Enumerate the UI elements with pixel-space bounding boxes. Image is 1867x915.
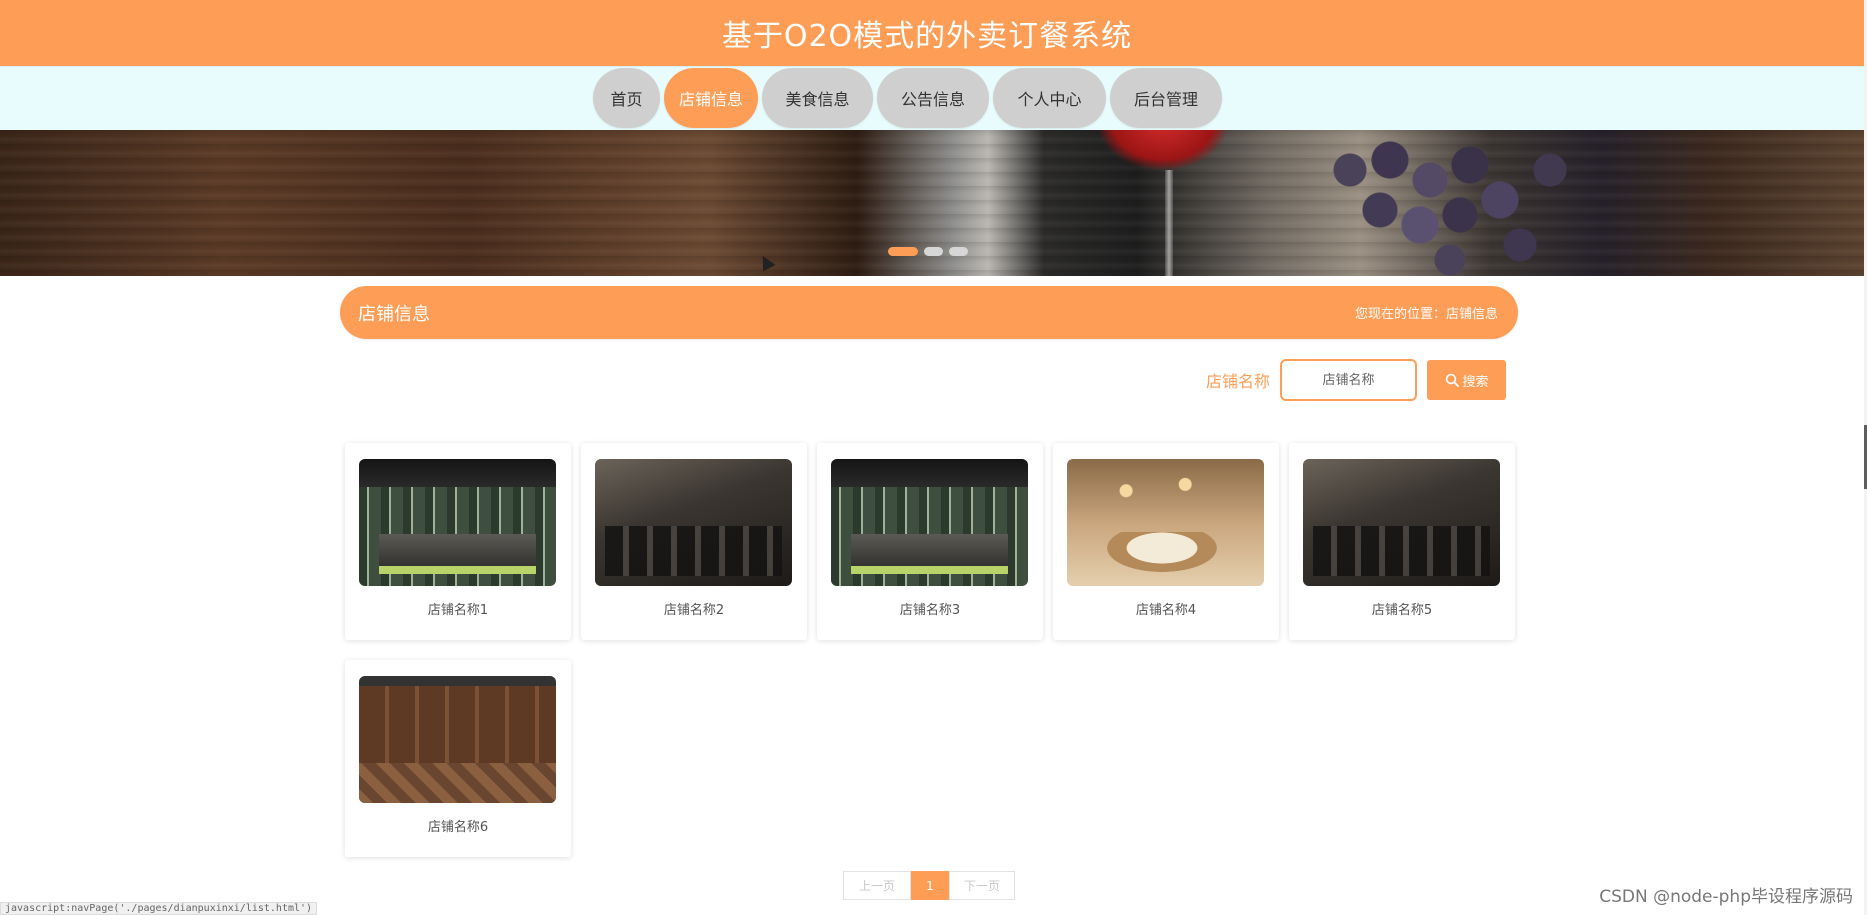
shop-card[interactable]: 店铺名称6 — [345, 660, 571, 857]
banner-glass-stem — [1165, 170, 1173, 276]
search-icon — [1445, 373, 1459, 387]
page: 基于O2O模式的外卖订餐系统 首页 店铺信息 美食信息 公告信息 个人中心 后台… — [0, 0, 1867, 915]
shop-name[interactable]: 店铺名称2 — [595, 599, 793, 618]
nav-item-personal-center[interactable]: 个人中心 — [993, 68, 1106, 128]
carousel-dot-3[interactable] — [949, 247, 968, 256]
shop-name[interactable]: 店铺名称1 — [359, 599, 557, 618]
breadcrumb-prefix: 您现在的位置： — [1354, 307, 1446, 322]
shop-name[interactable]: 店铺名称5 — [1303, 599, 1501, 618]
nav-item-notice-info[interactable]: 公告信息 — [877, 68, 989, 128]
section-title: 店铺信息 — [358, 303, 430, 325]
search-label: 店铺名称 — [1206, 372, 1271, 391]
carousel-indicators — [888, 247, 968, 256]
next-page-button[interactable]: 下一页 — [949, 871, 1015, 900]
main-nav: 首页 店铺信息 美食信息 公告信息 个人中心 后台管理 — [0, 66, 1864, 130]
shop-name[interactable]: 店铺名称6 — [359, 816, 557, 835]
search-row: 店铺名称 搜索 — [1206, 359, 1507, 401]
shop-image[interactable] — [595, 459, 792, 586]
shop-image[interactable] — [359, 459, 556, 586]
shop-list: 店铺名称1 店铺名称2 店铺名称3 店铺名称4 店铺名称5 店铺名称6 — [345, 443, 1515, 857]
watermark: CSDN @node-php毕设程序源码 — [1599, 887, 1853, 907]
shop-card[interactable]: 店铺名称2 — [581, 443, 807, 640]
top-header: 基于O2O模式的外卖订餐系统 — [0, 0, 1864, 66]
section-title-bar: 店铺信息 您现在的位置： 店铺信息 — [340, 286, 1518, 339]
nav-list: 首页 店铺信息 美食信息 公告信息 个人中心 后台管理 — [593, 68, 1222, 128]
site-title: 基于O2O模式的外卖订餐系统 — [721, 19, 1133, 54]
search-button-label: 搜索 — [1462, 374, 1489, 390]
carousel-dot-1[interactable] — [888, 247, 918, 256]
shop-name-search-input[interactable] — [1280, 359, 1418, 401]
shop-image[interactable] — [831, 459, 1028, 586]
nav-item-admin[interactable]: 后台管理 — [1110, 68, 1222, 128]
nav-item-shop-info[interactable]: 店铺信息 — [664, 68, 758, 128]
nav-item-food-info[interactable]: 美食信息 — [762, 68, 873, 128]
prev-page-button[interactable]: 上一页 — [843, 871, 911, 900]
nav-item-home[interactable]: 首页 — [593, 68, 660, 128]
shop-card[interactable]: 店铺名称3 — [817, 443, 1043, 640]
page-number-button[interactable]: 1 — [911, 871, 949, 900]
shop-card[interactable]: 店铺名称1 — [345, 443, 571, 640]
shop-card[interactable]: 店铺名称4 — [1053, 443, 1279, 640]
pagination: 上一页 1 下一页 — [843, 871, 1015, 900]
carousel-dot-2[interactable] — [924, 247, 943, 256]
shop-card[interactable]: 店铺名称5 — [1289, 443, 1515, 640]
status-bar-link: javascript:navPage('./pages/dianpuxinxi/… — [0, 902, 318, 915]
breadcrumb-current[interactable]: 店铺信息 — [1446, 303, 1498, 322]
shop-image[interactable] — [1067, 459, 1264, 586]
shop-image[interactable] — [1303, 459, 1500, 586]
shop-name[interactable]: 店铺名称4 — [1067, 599, 1265, 618]
shop-image[interactable] — [359, 676, 556, 803]
shop-name[interactable]: 店铺名称3 — [831, 599, 1029, 618]
banner-carousel[interactable] — [0, 130, 1864, 276]
search-button[interactable]: 搜索 — [1427, 360, 1507, 400]
banner-grapes — [1320, 130, 1620, 276]
banner-wine-glass — [1098, 130, 1228, 170]
breadcrumb: 您现在的位置： 店铺信息 — [1355, 303, 1498, 322]
